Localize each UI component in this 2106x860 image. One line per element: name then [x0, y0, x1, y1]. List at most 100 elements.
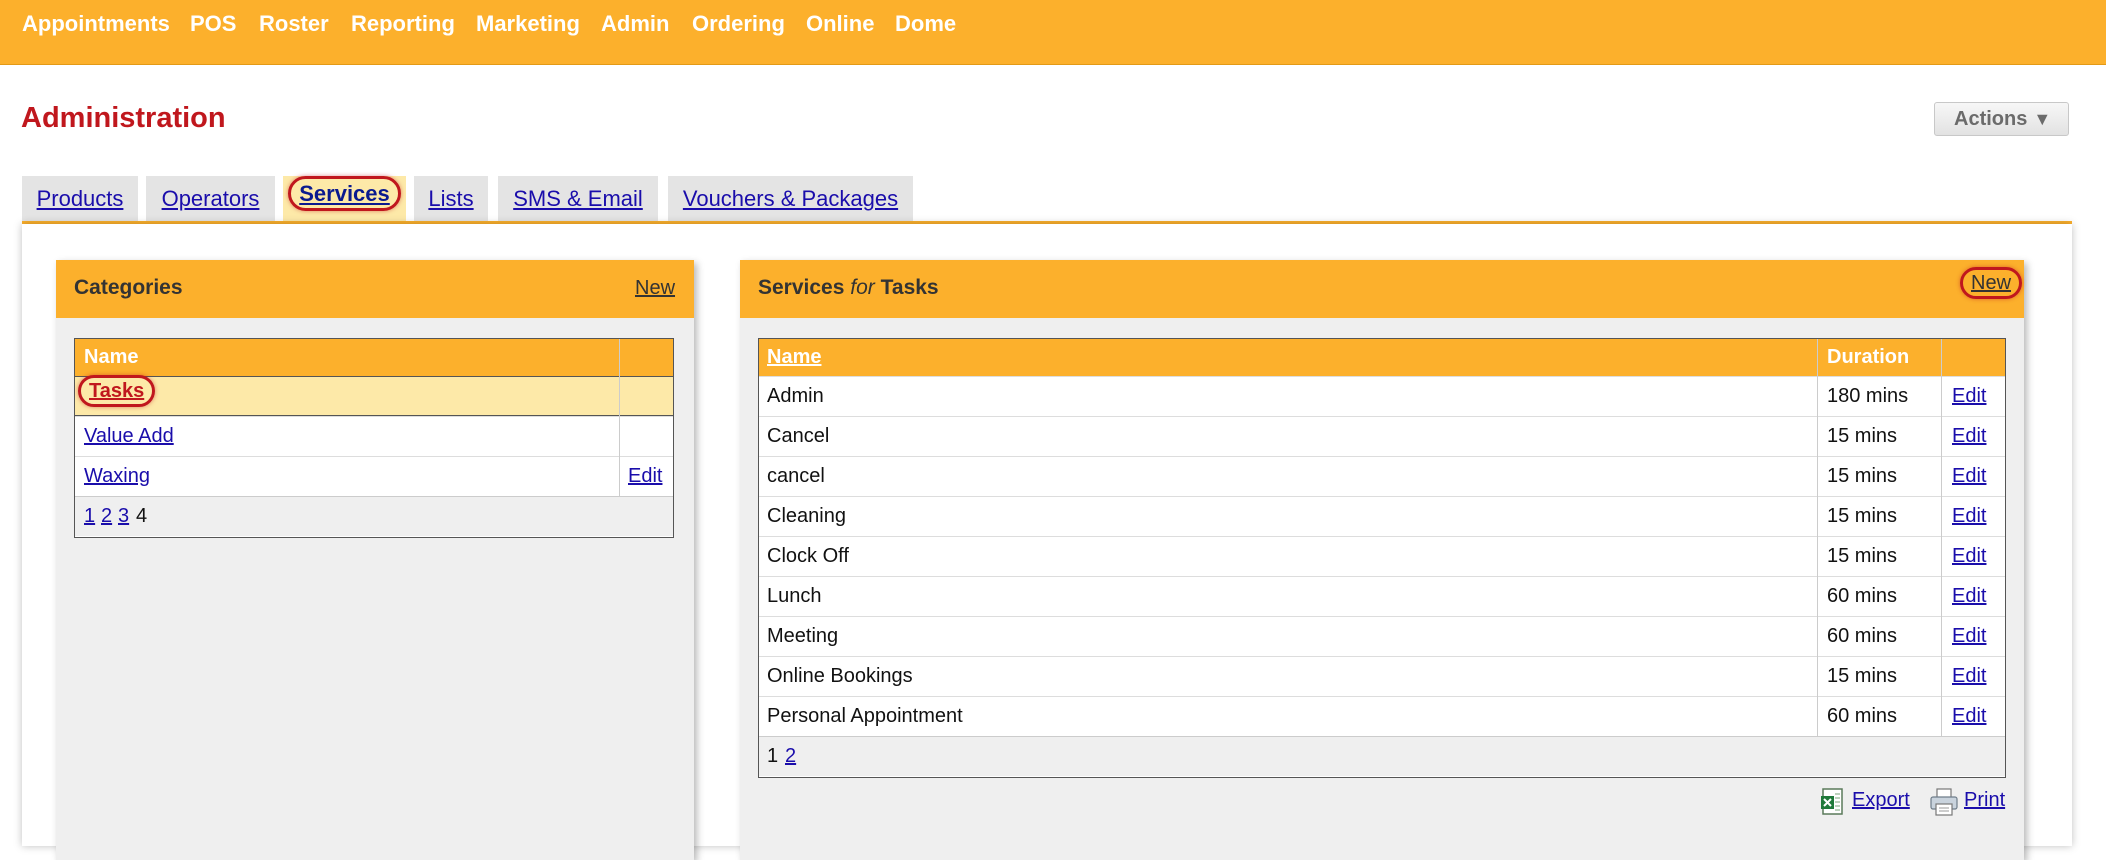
service-row: Personal Appointment 60 mins Edit — [759, 696, 2005, 736]
tab-products[interactable]: Products — [22, 176, 138, 221]
page-link-3[interactable]: 3 — [118, 505, 129, 528]
tab-sms-email[interactable]: SMS & Email — [498, 176, 658, 221]
new-service-label: New — [1960, 267, 2023, 299]
services-title-category: Tasks — [880, 276, 939, 299]
categories-pager: 1 2 3 4 — [75, 496, 673, 536]
dropdown-arrow-icon: ▼ — [2033, 109, 2052, 129]
export-link[interactable]: Export — [1852, 789, 1910, 812]
service-duration: 180 mins — [1827, 385, 1909, 407]
nav-pos[interactable]: POS — [190, 11, 236, 37]
categories-title: Categories — [74, 276, 183, 299]
service-name: Clock Off — [767, 545, 849, 567]
categories-table: Name Tasks Value Add Waxing Edit 1 2 3 4 — [74, 338, 674, 538]
print-link[interactable]: Print — [1964, 789, 2005, 812]
category-row-waxing[interactable]: Waxing Edit — [75, 456, 673, 496]
service-duration: 60 mins — [1827, 625, 1898, 647]
service-name: Cancel — [767, 425, 830, 447]
category-row-value-add[interactable]: Value Add — [75, 416, 673, 456]
top-navigation-bar: Appointments POS Roster Reporting Market… — [0, 0, 2106, 65]
service-name: Lunch — [767, 585, 822, 607]
services-table: Name Duration Admin 180 mins Edit Cancel… — [758, 338, 2006, 778]
column-header-duration: Duration — [1827, 346, 1910, 368]
service-duration: 60 mins — [1827, 585, 1898, 607]
new-category-link[interactable]: New — [635, 277, 675, 300]
service-name: Admin — [767, 385, 824, 407]
service-edit-link[interactable]: Edit — [1952, 625, 1986, 648]
nav-roster[interactable]: Roster — [259, 11, 329, 37]
tab-lists[interactable]: Lists — [414, 176, 488, 221]
tab-label: SMS & Email — [513, 186, 643, 211]
service-edit-link[interactable]: Edit — [1952, 545, 1986, 568]
tab-operators[interactable]: Operators — [146, 176, 275, 221]
service-row: Cleaning 15 mins Edit — [759, 496, 2005, 536]
categories-panel: Categories New Name Tasks Value Add Waxi… — [56, 260, 694, 860]
service-duration: 15 mins — [1827, 665, 1898, 687]
actions-button[interactable]: Actions ▼ — [1934, 102, 2069, 136]
services-pager: 1 2 — [759, 736, 2005, 776]
tab-services[interactable]: Services — [283, 176, 406, 221]
category-edit-link[interactable]: Edit — [628, 465, 662, 488]
service-edit-link[interactable]: Edit — [1952, 505, 1986, 528]
services-title: Services for Tasks — [758, 276, 939, 300]
service-row: cancel 15 mins Edit — [759, 456, 2005, 496]
page-link-1[interactable]: 1 — [84, 505, 95, 528]
service-row: Clock Off 15 mins Edit — [759, 536, 2005, 576]
tab-vouchers-packages[interactable]: Vouchers & Packages — [668, 176, 913, 221]
nav-dome[interactable]: Dome — [895, 11, 956, 37]
nav-reporting[interactable]: Reporting — [351, 11, 455, 37]
service-duration: 15 mins — [1827, 505, 1898, 527]
column-divider — [1941, 339, 1942, 736]
page-title: Administration — [21, 102, 226, 134]
service-row: Lunch 60 mins Edit — [759, 576, 2005, 616]
column-divider — [1817, 339, 1818, 736]
service-duration: 15 mins — [1827, 545, 1898, 567]
service-edit-link[interactable]: Edit — [1952, 385, 1986, 408]
excel-export-icon[interactable] — [1820, 788, 1844, 816]
page-link-2[interactable]: 2 — [785, 745, 796, 768]
page-link-2[interactable]: 2 — [101, 505, 112, 528]
services-title-prefix: Services — [758, 276, 845, 299]
services-table-header: Name Duration — [759, 339, 2005, 376]
service-edit-link[interactable]: Edit — [1952, 705, 1986, 728]
column-header-name-sortable[interactable]: Name — [767, 346, 821, 369]
nav-admin[interactable]: Admin — [601, 11, 669, 37]
service-edit-link[interactable]: Edit — [1952, 585, 1986, 608]
new-service-link[interactable]: New — [1960, 267, 2023, 299]
services-header: Services for Tasks New — [740, 260, 2024, 318]
tab-label-wrap: Services — [283, 176, 406, 211]
tab-label: Services — [288, 176, 401, 211]
tab-label: Products — [36, 186, 124, 211]
service-row: Cancel 15 mins Edit — [759, 416, 2005, 456]
service-edit-link[interactable]: Edit — [1952, 465, 1986, 488]
category-name: Tasks — [78, 375, 156, 407]
service-name: Personal Appointment — [767, 705, 963, 727]
service-duration: 15 mins — [1827, 465, 1898, 487]
service-name: Meeting — [767, 625, 839, 647]
column-header-name: Name — [84, 346, 139, 368]
service-row: Meeting 60 mins Edit — [759, 616, 2005, 656]
tab-label: Lists — [428, 186, 474, 211]
service-duration: 60 mins — [1827, 705, 1898, 727]
service-edit-link[interactable]: Edit — [1952, 665, 1986, 688]
category-link[interactable]: Waxing — [84, 465, 150, 488]
nav-ordering[interactable]: Ordering — [692, 11, 785, 37]
service-name: cancel — [767, 465, 825, 487]
category-link[interactable]: Value Add — [84, 425, 174, 448]
nav-appointments[interactable]: Appointments — [22, 11, 170, 37]
category-row-tasks[interactable]: Tasks — [75, 375, 673, 416]
service-name: Online Bookings — [767, 665, 913, 687]
column-divider — [619, 339, 620, 496]
category-link[interactable]: Tasks — [78, 375, 156, 407]
nav-online[interactable]: Online — [806, 11, 874, 37]
printer-icon[interactable] — [1929, 788, 1959, 816]
nav-marketing[interactable]: Marketing — [476, 11, 580, 37]
service-duration: 15 mins — [1827, 425, 1898, 447]
actions-label: Actions — [1954, 108, 2028, 130]
service-row: Online Bookings 15 mins Edit — [759, 656, 2005, 696]
service-edit-link[interactable]: Edit — [1952, 425, 1986, 448]
categories-header: Categories New — [56, 260, 694, 318]
page-current-4: 4 — [136, 505, 148, 527]
categories-table-header: Name — [75, 339, 673, 376]
tab-label: Vouchers & Packages — [682, 186, 899, 211]
page-current-1: 1 — [767, 745, 779, 767]
